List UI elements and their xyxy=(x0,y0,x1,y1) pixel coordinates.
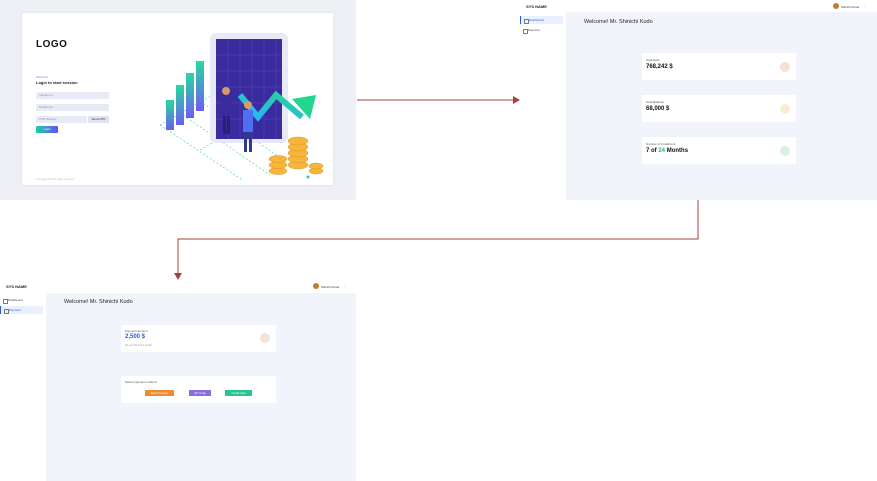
arrow-head-right xyxy=(513,96,520,104)
dashboard-to-payment-arrow xyxy=(177,200,699,275)
arrow-head-down xyxy=(174,273,182,280)
flow-arrows xyxy=(174,96,699,280)
